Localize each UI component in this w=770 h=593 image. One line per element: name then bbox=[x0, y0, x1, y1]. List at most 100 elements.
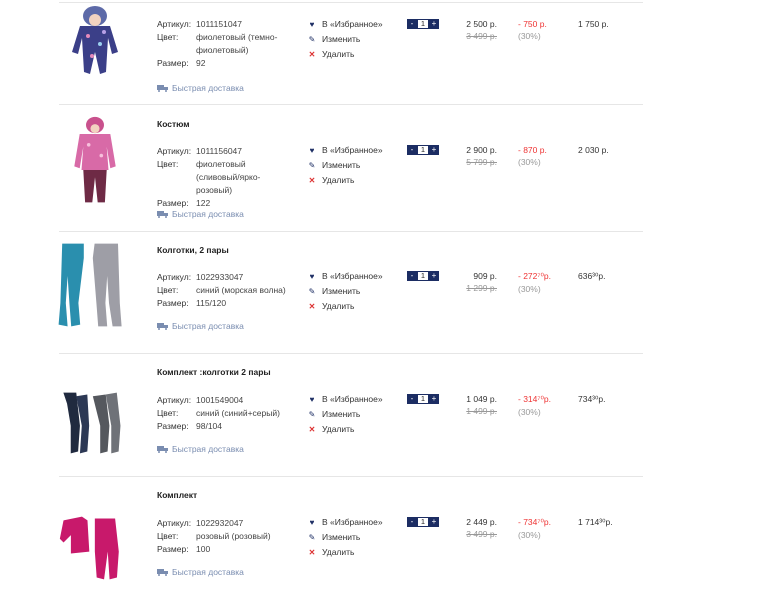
truck-icon bbox=[157, 445, 168, 453]
qty-value[interactable]: 1 bbox=[417, 271, 429, 281]
old-price: 1 299 р. bbox=[466, 283, 497, 293]
delivery-link[interactable]: Быстрая доставка bbox=[157, 321, 244, 331]
discount-percent: (30%) bbox=[518, 284, 541, 294]
edit-button[interactable]: ✎ Изменить bbox=[308, 32, 383, 47]
article-label: Артикул: bbox=[157, 395, 192, 405]
heart-icon: ♥ bbox=[309, 20, 315, 29]
product-attributes: Артикул: 1011151047 Цвет: фиолетовый (темн… bbox=[157, 18, 288, 70]
color-value: фиолетовый (темно-фиолетовый) bbox=[196, 32, 278, 55]
truck-icon bbox=[157, 568, 168, 576]
article-label: Артикул: bbox=[157, 146, 192, 156]
edit-button[interactable]: ✎ Изменить bbox=[308, 284, 383, 299]
qty-value[interactable]: 1 bbox=[417, 145, 429, 155]
favorite-button[interactable]: ♥ В «Избранное» bbox=[308, 515, 383, 530]
delivery-link[interactable]: Быстрая доставка bbox=[157, 209, 244, 219]
delete-button[interactable]: ✕ Удалить bbox=[308, 299, 383, 314]
heart-icon: ♥ bbox=[309, 272, 315, 281]
delivery-label: Быстрая доставка bbox=[172, 321, 244, 331]
current-price: 2 449 р. bbox=[466, 517, 497, 527]
article-label: Артикул: bbox=[157, 518, 192, 528]
item-total: 2 030 р. bbox=[578, 145, 609, 155]
qty-minus-button[interactable]: - bbox=[407, 517, 417, 527]
color-value: синий (морская волна) bbox=[196, 285, 286, 295]
discount-percent: (30%) bbox=[518, 157, 541, 167]
close-icon: ✕ bbox=[308, 50, 316, 59]
edit-button[interactable]: ✎ Изменить bbox=[308, 530, 383, 545]
delivery-link[interactable]: Быстрая доставка bbox=[157, 444, 244, 454]
product-image[interactable] bbox=[60, 4, 130, 94]
quantity-stepper[interactable]: - 1 + bbox=[407, 19, 439, 29]
article-label: Артикул: bbox=[157, 19, 192, 29]
discount: - 272⁷⁰р. (30%) bbox=[518, 271, 551, 294]
product-image[interactable] bbox=[56, 240, 126, 330]
delete-button[interactable]: ✕ Удалить bbox=[308, 545, 383, 560]
qty-minus-button[interactable]: - bbox=[407, 145, 417, 155]
heart-icon: ♥ bbox=[309, 518, 315, 527]
favorite-button[interactable]: ♥ В «Избранное» bbox=[308, 269, 383, 284]
heart-icon: ♥ bbox=[309, 395, 315, 404]
discount-amount: - 314⁷⁰р. bbox=[518, 394, 551, 404]
price: 1 049 р. 1 499 р. bbox=[437, 394, 497, 416]
product-title[interactable]: Колготки, 2 пары bbox=[157, 245, 229, 255]
product-attributes: Артикул: 1022932047 Цвет: розовый (розовый… bbox=[157, 517, 288, 556]
discount-percent: (30%) bbox=[518, 530, 541, 540]
color-value: синий (синий+серый) bbox=[196, 408, 280, 418]
quantity-stepper[interactable]: - 1 + bbox=[407, 517, 439, 527]
delete-button[interactable]: ✕ Удалить bbox=[308, 422, 383, 437]
size-label: Размер: bbox=[157, 298, 189, 308]
color-label: Цвет: bbox=[157, 159, 179, 169]
quantity-stepper[interactable]: - 1 + bbox=[407, 394, 439, 404]
color-value: фиолетовый (сливовый/ярко-розовый) bbox=[196, 159, 261, 195]
old-price: 3 499 р. bbox=[466, 31, 497, 41]
product-title[interactable]: Комплект :колготки 2 пары bbox=[157, 367, 271, 377]
qty-minus-button[interactable]: - bbox=[407, 19, 417, 29]
color-label: Цвет: bbox=[157, 408, 179, 418]
product-image[interactable] bbox=[56, 378, 126, 468]
item-actions: ♥ В «Избранное» ✎ Изменить ✕ Удалить bbox=[308, 392, 383, 437]
color-label: Цвет: bbox=[157, 32, 179, 42]
divider bbox=[59, 353, 643, 354]
delete-button[interactable]: ✕ Удалить bbox=[308, 173, 383, 188]
quantity-stepper[interactable]: - 1 + bbox=[407, 271, 439, 281]
article-label: Артикул: bbox=[157, 272, 192, 282]
delivery-link[interactable]: Быстрая доставка bbox=[157, 83, 244, 93]
product-image[interactable] bbox=[58, 503, 128, 593]
favorite-button[interactable]: ♥ В «Избранное» bbox=[308, 17, 383, 32]
size-value: 92 bbox=[196, 58, 206, 68]
discount-percent: (30%) bbox=[518, 31, 541, 41]
current-price: 2 500 р. bbox=[466, 19, 497, 29]
pencil-icon: ✎ bbox=[308, 410, 316, 419]
qty-value[interactable]: 1 bbox=[417, 517, 429, 527]
delete-button[interactable]: ✕ Удалить bbox=[308, 47, 383, 62]
qty-value[interactable]: 1 bbox=[417, 19, 429, 29]
size-label: Размер: bbox=[157, 544, 189, 554]
item-total: 1 750 р. bbox=[578, 19, 609, 29]
qty-value[interactable]: 1 bbox=[417, 394, 429, 404]
pencil-icon: ✎ bbox=[308, 161, 316, 170]
current-price: 2 900 р. bbox=[466, 145, 497, 155]
current-price: 1 049 р. bbox=[466, 394, 497, 404]
price: 2 500 р. 3 499 р. bbox=[437, 19, 497, 41]
edit-button[interactable]: ✎ Изменить bbox=[308, 158, 383, 173]
qty-minus-button[interactable]: - bbox=[407, 394, 417, 404]
favorite-button[interactable]: ♥ В «Избранное» bbox=[308, 143, 383, 158]
discount: - 314⁷⁰р. (30%) bbox=[518, 394, 551, 417]
article-value: 1011156047 bbox=[196, 146, 243, 156]
size-value: 100 bbox=[196, 544, 211, 554]
pencil-icon: ✎ bbox=[308, 35, 316, 44]
product-attributes: Артикул: 1022933047 Цвет: синий (морская в… bbox=[157, 271, 288, 310]
current-price: 909 р. bbox=[473, 271, 497, 281]
product-title[interactable]: Комплект bbox=[157, 490, 197, 500]
item-actions: ♥ В «Избранное» ✎ Изменить ✕ Удалить bbox=[308, 269, 383, 314]
favorite-button[interactable]: ♥ В «Избранное» bbox=[308, 392, 383, 407]
quantity-stepper[interactable]: - 1 + bbox=[407, 145, 439, 155]
article-value: 1022932047 bbox=[196, 518, 244, 528]
delivery-link[interactable]: Быстрая доставка bbox=[157, 567, 244, 577]
product-image[interactable] bbox=[60, 116, 130, 206]
qty-minus-button[interactable]: - bbox=[407, 271, 417, 281]
product-title[interactable]: Костюм bbox=[157, 119, 190, 129]
old-price: 5 799 р. bbox=[466, 157, 497, 167]
edit-button[interactable]: ✎ Изменить bbox=[308, 407, 383, 422]
delivery-label: Быстрая доставка bbox=[172, 567, 244, 577]
item-actions: ♥ В «Избранное» ✎ Изменить ✕ Удалить bbox=[308, 515, 383, 560]
